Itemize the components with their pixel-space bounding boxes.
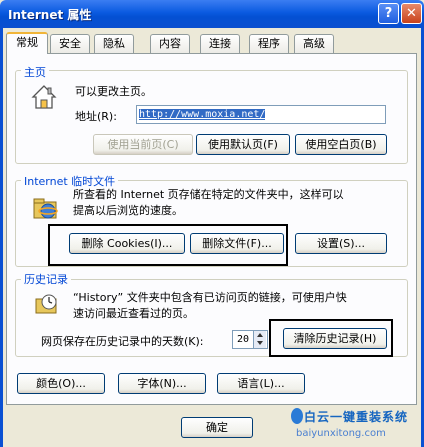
history-icon (35, 294, 57, 314)
spinner-up-icon[interactable] (257, 333, 263, 337)
internet-files-icon (33, 198, 58, 219)
history-desc-1: “History” 文件夹中包含有已访问页的链接，可使用户快 (73, 291, 347, 304)
use-blank-button[interactable]: 使用空白页(B) (295, 134, 387, 155)
tab-advanced[interactable]: 高级 (294, 34, 334, 53)
cloud-logo-icon (291, 408, 303, 424)
spinner-down-icon[interactable] (257, 341, 263, 345)
tab-privacy[interactable]: 隐私 (94, 34, 134, 53)
use-current-button[interactable]: 使用当前页(C) (93, 134, 193, 155)
history-group-title: 历史记录 (21, 271, 71, 287)
history-days-value: 20 (237, 334, 250, 345)
use-default-button[interactable]: 使用默认页(F) (196, 134, 290, 155)
tab-panel-general: 主页 可以更改主页。 地址(R): http://www.moxia.net/ … (6, 53, 417, 405)
address-label: 地址(R): (75, 110, 117, 123)
colors-button[interactable]: 颜色(O)... (17, 373, 105, 394)
highlight-box-history (269, 319, 393, 357)
title-bar: Internet 属性 ? ✕ (0, 0, 424, 28)
history-desc-2: 速访问最近查看过的页。 (73, 307, 194, 320)
tab-connections[interactable]: 连接 (200, 34, 240, 53)
tab-security[interactable]: 安全 (50, 34, 90, 53)
home-page-group-title: 主页 (21, 64, 49, 80)
home-address-input[interactable]: http://www.moxia.net/ (136, 105, 386, 124)
tab-programs[interactable]: 程序 (249, 34, 289, 53)
temp-files-desc-1: 所查看的 Internet 页存储在特定的文件夹中，这样可以 (73, 188, 344, 201)
window-title: Internet 属性 (8, 8, 92, 22)
temp-files-desc-2: 提高以后浏览的速度。 (73, 204, 183, 217)
watermark: 白云一键重装系统 baiyunxitong.com (290, 404, 422, 444)
tab-content[interactable]: 内容 (150, 34, 190, 53)
tab-general[interactable]: 常规 (6, 32, 48, 54)
highlight-box-temp (48, 224, 288, 266)
home-address-value: http://www.moxia.net/ (139, 109, 266, 120)
history-days-label: 网页保存在历史记录中的天数(K): (41, 335, 204, 348)
ok-button[interactable]: 确定 (181, 417, 253, 438)
history-days-spinner[interactable] (253, 331, 266, 348)
watermark-main: 白云一键重装系统 (304, 410, 409, 424)
home-icon (31, 85, 57, 109)
window-frame-left (0, 28, 3, 447)
close-button[interactable]: ✕ (401, 3, 422, 24)
help-button[interactable]: ? (378, 3, 399, 24)
settings-button[interactable]: 设置(S)... (295, 233, 387, 254)
watermark-sub: baiyunxitong.com (296, 428, 386, 439)
languages-button[interactable]: 语言(L)... (217, 373, 305, 394)
fonts-button[interactable]: 字体(N)... (118, 373, 206, 394)
home-hint: 可以更改主页。 (75, 85, 152, 98)
